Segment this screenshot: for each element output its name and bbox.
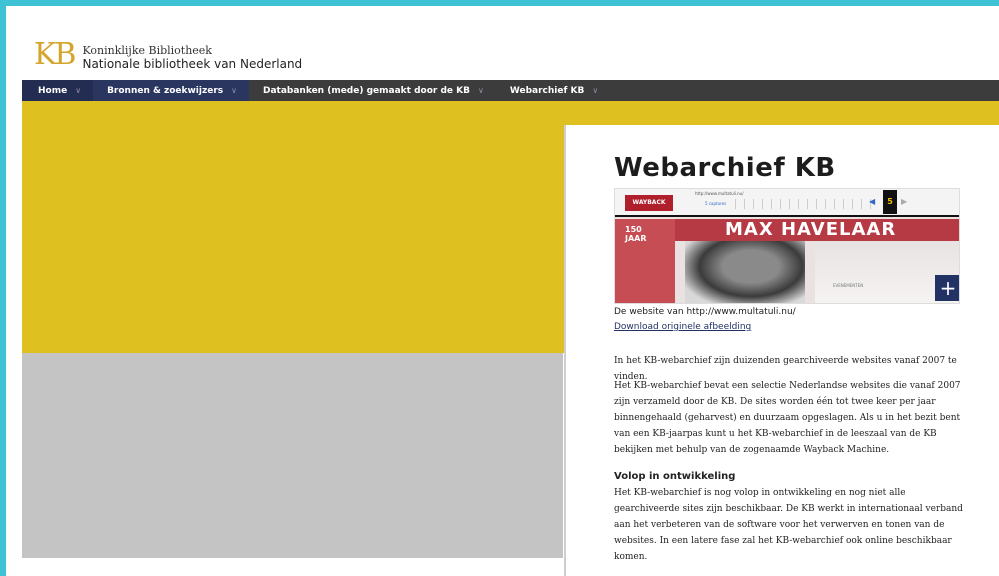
image-caption: De website van http://www.multatuli.nu/ — [614, 307, 796, 317]
site-small-text: EVENEMENTEN — [833, 283, 864, 288]
enlarge-plus-icon[interactable]: + — [935, 275, 959, 301]
nav-item-bronnen[interactable]: Bronnen & zoekwijzers ∨ — [93, 80, 249, 101]
logo-text: Koninklijke Bibliotheek Nationale biblio… — [82, 40, 302, 71]
badge-line1: 150 — [625, 225, 642, 234]
page: KB Koninklijke Bibliotheek Nationale bib… — [6, 6, 999, 576]
site-banner: MAX HAVELAAR — [675, 219, 959, 241]
nav-item-databanken[interactable]: Databanken (mede) gemaakt door de KB ∨ — [249, 80, 496, 101]
nav-label: Webarchief KB — [509, 85, 585, 96]
section-heading: Volop in ontwikkeling — [614, 471, 736, 482]
nav-label: Bronnen & zoekwijzers — [107, 85, 224, 96]
wayback-toolbar: WAYBACK http://www.multatuli.nu/ 5 captu… — [615, 189, 959, 217]
nav-label: Home — [38, 85, 68, 96]
content-card: Webarchief KB WAYBACK http://www.multatu… — [564, 125, 999, 576]
nav-item-webarchief[interactable]: Webarchief KB ∨ — [496, 80, 610, 101]
wayback-captures: 5 captures — [705, 201, 727, 206]
arrow-left-icon: ◀ — [869, 197, 876, 206]
chevron-down-icon: ∨ — [75, 86, 82, 95]
calendar-day: 5 — [883, 190, 897, 214]
logo-mark: KB — [34, 37, 76, 72]
chevron-down-icon: ∨ — [592, 86, 599, 95]
badge-line2: JAAR — [625, 234, 647, 243]
wayback-url: http://www.multatuli.nu/ — [695, 191, 744, 196]
capture-timeline — [735, 199, 875, 209]
site-badge: 150 JAAR — [625, 225, 647, 243]
wayback-logo: WAYBACK — [625, 195, 673, 211]
nav-item-home[interactable]: Home ∨ — [22, 80, 94, 101]
logo-line2: Nationale bibliotheek van Nederland — [82, 57, 303, 71]
arrow-right-icon: ▶ — [901, 197, 908, 206]
development-paragraph: Het KB-webarchief is nog volop in ontwik… — [614, 488, 963, 562]
sidebar-placeholder — [22, 353, 563, 558]
download-image-link[interactable]: Download originele afbeelding — [614, 322, 751, 332]
portrait-image — [685, 241, 805, 303]
kb-logo[interactable]: KB Koninklijke Bibliotheek Nationale bib… — [34, 37, 302, 72]
nav-label: Databanken (mede) gemaakt door de KB — [262, 85, 470, 96]
chevron-down-icon: ∨ — [231, 86, 237, 95]
website-screenshot[interactable]: WAYBACK http://www.multatuli.nu/ 5 captu… — [614, 188, 960, 304]
page-title: Webarchief KB — [614, 153, 836, 183]
chevron-down-icon: ∨ — [478, 86, 484, 95]
description-paragraph: Het KB-webarchief bevat een selectie Ned… — [614, 381, 961, 455]
logo-line1: Koninklijke Bibliotheek — [82, 44, 212, 57]
main-nav: Home ∨ Bronnen & zoekwijzers ∨ Databanke… — [22, 80, 999, 101]
